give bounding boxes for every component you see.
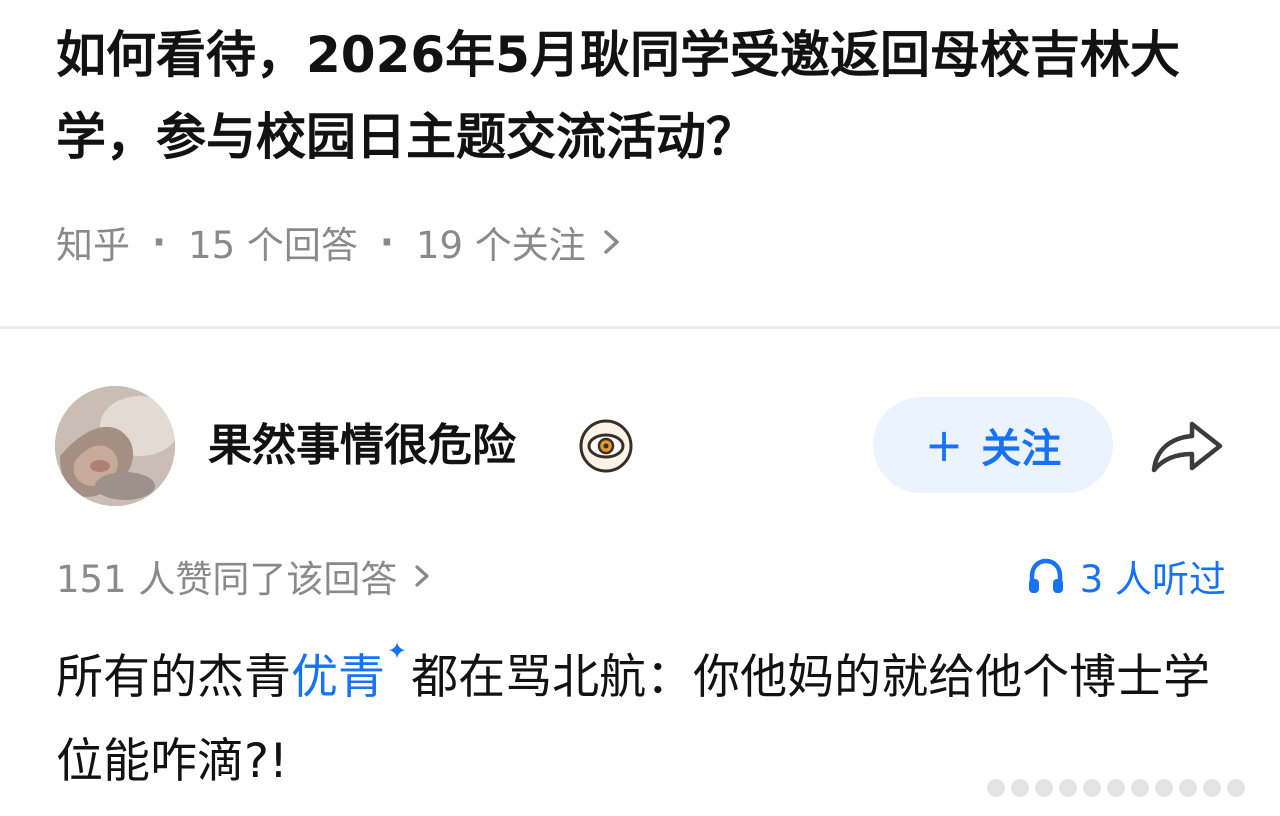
meta-separator-dot: · (379, 220, 394, 264)
section-divider (0, 326, 1280, 329)
likes-text: 151 人赞同了该回答 (56, 558, 398, 601)
eye-badge-icon[interactable] (578, 418, 634, 474)
avatar[interactable] (55, 386, 175, 506)
answer-text-before: 所有的杰青 (56, 650, 291, 705)
question-title[interactable]: 如何看待，2026年5月耿同学受邀返回母校吉林大学，参与校园日主题交流活动？ (56, 14, 1226, 178)
follow-label: 关注 (981, 426, 1062, 472)
listeners-text: 3 人听过 (1079, 558, 1226, 601)
sparkle-icon: ✦ (387, 637, 408, 665)
headphone-icon (1028, 558, 1063, 593)
question-meta[interactable]: 知乎 · 15 个回答 · 19 个关注 (56, 212, 624, 272)
share-arrow-icon[interactable] (1148, 414, 1228, 478)
followers-count: 19 个关注 (415, 224, 586, 267)
answers-count: 15 个回答 (188, 224, 358, 267)
likes-summary[interactable]: 151 人赞同了该回答 (56, 546, 433, 606)
follow-button[interactable]: + 关注 (873, 397, 1113, 493)
avatar-image (55, 386, 175, 506)
source-label: 知乎 (56, 224, 130, 267)
chevron-right-icon (604, 230, 619, 254)
keyword-link[interactable]: 优青 (291, 650, 385, 705)
plus-icon: + (924, 418, 964, 472)
watermark (987, 779, 1245, 797)
meta-separator-dot: · (152, 220, 167, 264)
chevron-right-icon (415, 565, 429, 587)
author-name[interactable]: 果然事情很危险 (208, 414, 516, 478)
listen-button[interactable]: 3 人听过 (1026, 546, 1226, 606)
